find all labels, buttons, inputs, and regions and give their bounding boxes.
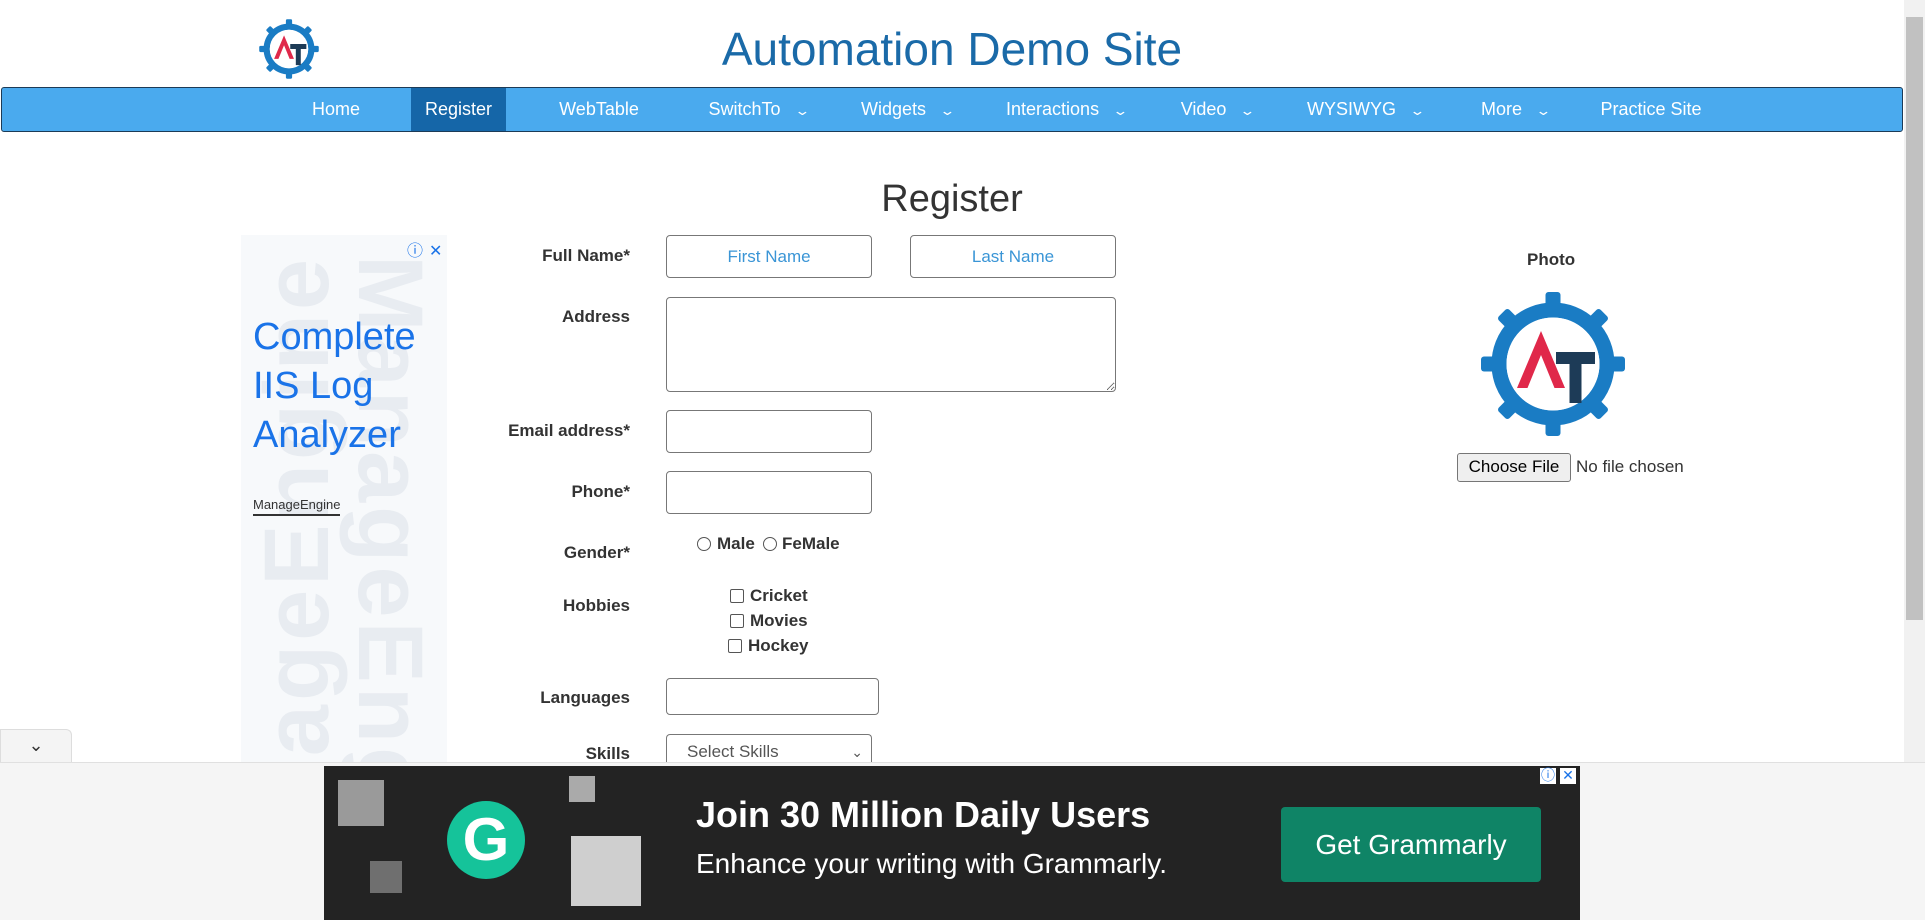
nav-label: Register [424,99,493,119]
hobbies-label: Hobbies [562,596,630,615]
nav-practice-site[interactable]: Practice Site [1596,88,1706,131]
phone-input[interactable] [666,471,872,514]
ad-avatar-image [338,780,384,826]
nav-label: Widgets [861,99,927,119]
grammarly-logo-letter: G [462,806,510,873]
ad-avatar-image [569,776,595,802]
hobby-hockey-checkbox[interactable] [728,639,742,653]
site-title: Automation Demo Site [721,23,1183,75]
gender-female-radio[interactable] [763,537,777,551]
bottom-ad[interactable]: G Join 30 Million Daily Users Enhance yo… [324,766,1580,920]
grammarly-logo: G [447,801,525,879]
nav-label: Interactions [1006,99,1100,119]
hobby-label: Movies [750,611,808,630]
ad-headline[interactable]: Complete IIS Log Analyzer [253,313,443,460]
nav-label: WebTable [559,99,639,119]
profile-photo [1481,292,1625,436]
last-name-input[interactable] [910,235,1116,278]
collapse-ad-button[interactable]: ⌄ [0,729,72,762]
photo-label: Photo [1527,250,1576,269]
ad-title[interactable]: Join 30 Million Daily Users [696,794,1150,836]
ad-avatar-image [370,861,402,893]
file-status: No file chosen [1576,457,1684,476]
hobby-movies-checkbox[interactable] [730,614,744,628]
chevron-down-icon: ⌄ [851,744,863,760]
nav-label: SwitchTo [708,99,781,119]
chevron-down-icon: ⌄ [1535,103,1552,118]
chevron-down-icon: ⌄ [1112,103,1129,118]
gender-label: Gender* [563,543,630,562]
nav-more[interactable]: More ⌄ [1474,88,1556,131]
nav-switchto[interactable]: SwitchTo ⌄ [702,88,814,131]
chevron-down-icon: ⌄ [793,103,811,118]
gender-option-label: FeMale [782,534,840,553]
nav-home[interactable]: Home [298,88,374,131]
nav-register[interactable]: Register [411,88,506,131]
chevron-down-icon: ⌄ [1409,103,1426,118]
hobby-cricket-checkbox[interactable] [730,589,744,603]
nav-webtable[interactable]: WebTable [547,88,651,131]
ad-subtitle[interactable]: Enhance your writing with Grammarly. [696,848,1167,880]
info-icon[interactable]: ⓘ [1540,768,1556,784]
gender-male-radio[interactable] [697,537,711,551]
email-input[interactable] [666,410,872,453]
address-label: Address [561,307,630,326]
hobby-label: Hockey [748,636,809,655]
nav-label: Home [311,99,360,119]
scrollbar-thumb[interactable] [1906,17,1923,620]
skills-select[interactable]: Select Skills ⌄ [666,734,872,762]
main-nav: Home Register WebTable SwitchTo ⌄ Widgets… [1,87,1903,132]
chevron-down-icon: ⌄ [1239,103,1257,118]
gender-option-label: Male [717,534,755,553]
nav-label: WYSIWYG [1307,99,1397,119]
nav-label: More [1481,99,1523,119]
get-grammarly-button[interactable]: Get Grammarly [1281,807,1541,882]
nav-interactions[interactable]: Interactions ⌄ [1001,88,1131,131]
choose-file-button[interactable]: Choose File [1457,453,1571,482]
ad-brand[interactable]: ManageEngine [253,497,341,516]
email-label: Email address* [508,421,630,440]
nav-label: Practice Site [1600,99,1702,119]
nav-wysiwyg[interactable]: WYSIWYG ⌄ [1304,88,1426,131]
info-icon[interactable]: ⓘ [407,243,423,260]
hobby-label: Cricket [750,586,808,605]
close-icon[interactable]: ✕ [1560,768,1576,784]
nav-widgets[interactable]: Widgets ⌄ [854,88,960,131]
languages-label: Languages [540,688,630,707]
full-name-label: Full Name* [542,246,630,265]
address-textarea[interactable] [666,297,1116,392]
chevron-down-icon: ⌄ [28,735,44,755]
ad-avatar-image [571,836,641,906]
languages-multiselect[interactable] [666,678,879,715]
first-name-input[interactable] [666,235,872,278]
chevron-down-icon: ⌄ [939,103,956,118]
nav-label: Video [1180,99,1227,119]
left-ad[interactable]: ManageEngine ManageEngine Complete IIS L… [241,235,447,763]
skills-label: Skills [585,744,630,763]
nav-video[interactable]: Video ⌄ [1174,88,1260,131]
skills-selected-value: Select Skills [687,742,779,761]
page-title: Register [881,178,1023,220]
phone-label: Phone* [571,482,630,501]
